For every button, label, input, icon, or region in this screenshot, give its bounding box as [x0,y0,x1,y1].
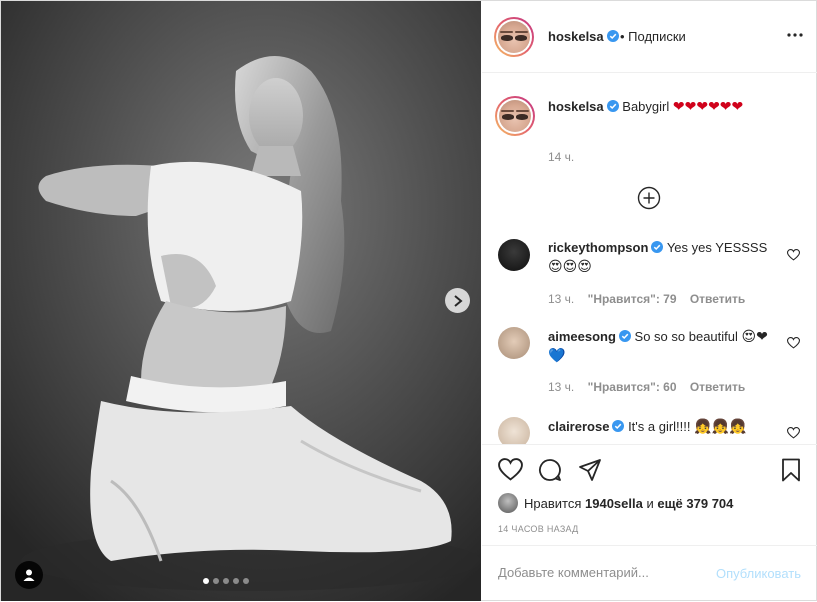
photo-scene [1,1,481,601]
more-horizontal-icon[interactable] [787,33,803,37]
carousel-dot [223,578,229,584]
instagram-post-modal: hoskelsa • Подписки hoskelsa Babygirl ❤❤… [0,0,817,601]
comment-likes[interactable]: "Нравится": 60 [588,380,677,394]
comment-like-heart-icon[interactable] [787,337,800,349]
liker-username[interactable]: 1940sella [585,496,643,511]
commenter-username[interactable]: rickeythompson [548,240,648,255]
comment-meta: 13 ч. "Нравится": 60 Ответить [548,380,745,394]
post-side-panel: hoskelsa • Подписки hoskelsa Babygirl ❤❤… [482,1,817,601]
commenter-avatar[interactable] [498,417,530,444]
caption-time[interactable]: 14 ч. [548,150,574,164]
comment-body: It's a girl!!!! [628,419,691,434]
likes-and: и [646,495,654,511]
load-more-comments-icon[interactable] [637,186,661,210]
chevron-right-icon [453,294,463,307]
comment-meta: 13 ч. "Нравится": 79 Ответить [548,292,745,306]
caption-username[interactable]: hoskelsa [548,99,604,114]
commenter-username[interactable]: clairerose [548,419,609,434]
tagged-users-button[interactable] [15,561,43,589]
comment-like-heart-icon[interactable] [787,249,800,261]
comment-text: rickeythompson Yes yes YESSSS 😍😍😍 [548,239,768,276]
verified-badge-icon [651,241,664,253]
comments-feed[interactable]: hoskelsa Babygirl ❤❤❤❤❤❤ 14 ч. rickeytho… [482,74,817,444]
comment-time[interactable]: 13 ч. [548,380,574,394]
comment-body: Yes yes YESSSS [666,240,768,255]
post-header: hoskelsa • Подписки [482,1,817,73]
carousel-dot [213,578,219,584]
likes-others-count[interactable]: ещё 379 704 [657,496,733,511]
next-photo-button[interactable] [445,288,470,313]
commenter-avatar[interactable] [498,327,530,359]
comment-text: aimeesong So so so beautiful 😍❤💙 [548,327,768,365]
comment-bubble-icon[interactable] [538,458,562,482]
carousel-dot [233,578,239,584]
commenter-username[interactable]: aimeesong [548,329,616,344]
add-comment-input[interactable] [498,565,698,580]
likes-prefix: Нравится [524,495,582,511]
caption-avatar[interactable] [495,96,535,136]
add-comment-bar: Опубликовать [482,545,817,602]
following-status[interactable]: • Подписки [620,29,686,44]
save-bookmark-icon[interactable] [781,458,801,482]
commenter-avatar[interactable] [498,239,530,271]
user-icon [23,569,35,581]
carousel-dot [243,578,249,584]
caption-body: Babygirl [622,99,670,114]
comment-time[interactable]: 13 ч. [548,292,574,306]
publish-button[interactable]: Опубликовать [716,566,801,581]
verified-badge-icon [606,30,619,42]
verified-badge-icon [606,100,619,112]
comment-emojis: 👧👧👧 [694,418,747,434]
verified-badge-icon [612,420,625,432]
carousel-dots [203,578,249,584]
author-username[interactable]: hoskelsa [548,29,619,44]
reply-button[interactable]: Ответить [690,292,745,306]
likes-summary: Нравится 1940sella и ещё 379 704 [498,493,733,513]
author-avatar[interactable] [494,17,534,57]
verified-badge-icon [618,330,631,342]
comment-likes[interactable]: "Нравится": 79 [588,292,677,306]
share-send-icon[interactable] [578,458,602,482]
reply-button[interactable]: Ответить [690,380,745,394]
caption-emojis: ❤❤❤❤❤❤ [672,98,744,114]
carousel-dot [203,578,209,584]
comment-like-heart-icon[interactable] [787,427,800,439]
like-heart-icon[interactable] [498,458,523,481]
comment-emojis: 😍😍😍 [548,258,592,274]
comment-text: clairerose It's a girl!!!! 👧👧👧 [548,417,778,436]
post-timestamp[interactable]: 14 ЧАСОВ НАЗАД [498,524,579,534]
liker-avatar[interactable] [498,493,518,513]
comment-body: So so so beautiful [634,329,738,344]
caption-text: hoskelsa Babygirl ❤❤❤❤❤❤ [548,97,788,116]
post-actions: Нравится 1940sella и ещё 379 704 14 ЧАСО… [482,444,817,601]
author-username-text[interactable]: hoskelsa [548,29,604,44]
post-photo[interactable] [1,1,481,601]
